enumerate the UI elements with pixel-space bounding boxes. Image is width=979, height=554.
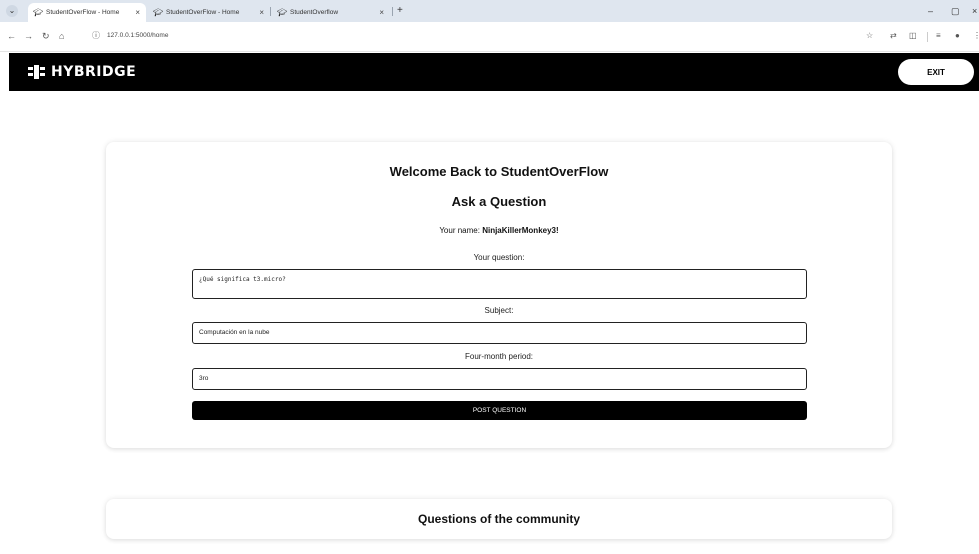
browser-tab-1[interactable]: 🎓︎ StudentOverFlow - Home ×	[28, 3, 146, 22]
forward-arrow-icon[interactable]: →	[24, 29, 33, 43]
bookmark-star-icon[interactable]: ☆	[866, 29, 873, 43]
ask-question-card: Welcome Back to StudentOverFlow Ask a Qu…	[106, 142, 892, 448]
profile-icon[interactable]: ●	[955, 29, 960, 43]
minimize-icon[interactable]: –	[928, 3, 933, 19]
back-arrow-icon[interactable]: ←	[7, 29, 16, 43]
question-label: Your question:	[473, 253, 525, 262]
graduation-cap-icon: 🎓︎	[153, 8, 164, 17]
tab-divider	[392, 7, 393, 16]
tab-title: StudentOverFlow - Home	[166, 9, 240, 16]
period-input[interactable]: 3ro	[192, 368, 807, 390]
tab-divider	[270, 7, 271, 16]
tab-title: StudentOverFlow - Home	[46, 9, 120, 16]
period-label: Four-month period:	[464, 352, 534, 361]
graduation-cap-icon: 🎓︎	[33, 8, 44, 17]
your-name-label: Your name:	[439, 226, 480, 235]
browser-tab-3[interactable]: 🎓︎ StudentOverflow ×	[272, 3, 390, 22]
question-input[interactable]: ¿Qué significa t3.micro?	[192, 269, 807, 299]
your-name-line: Your name: NinjaKillerMonkey3!	[106, 226, 892, 235]
browser-toolbar: ← → ↻ ⌂ ⓘ 127.0.0.1:5000/home ☆ ⇄ ◫ ≡ ● …	[0, 22, 979, 52]
subject-input[interactable]: Computación en la nube	[192, 322, 807, 344]
tab-close-icon[interactable]: ×	[135, 3, 140, 22]
logo-text: HYBRIDGE	[51, 64, 137, 80]
close-window-icon[interactable]: ×	[972, 3, 977, 19]
home-icon[interactable]: ⌂	[59, 29, 64, 43]
new-tab-button[interactable]: +	[397, 3, 403, 19]
browser-tab-bar: ⌄ 🎓︎ StudentOverFlow - Home × 🎓︎ Student…	[0, 0, 979, 22]
your-name-value: NinjaKillerMonkey3!	[482, 226, 559, 235]
community-heading: Questions of the community	[417, 512, 580, 526]
tab-title: StudentOverflow	[290, 9, 339, 16]
address-bar[interactable]: 127.0.0.1:5000/home	[107, 30, 168, 42]
tab-close-icon[interactable]: ×	[379, 3, 384, 22]
ask-question-heading: Ask a Question	[451, 194, 547, 209]
browser-tab-2[interactable]: 🎓︎ StudentOverFlow - Home ×	[148, 3, 270, 22]
post-question-button[interactable]: POST QUESTION	[192, 401, 807, 420]
welcome-heading: Welcome Back to StudentOverFlow	[389, 164, 609, 179]
tab-close-icon[interactable]: ×	[259, 3, 264, 22]
translate-icon[interactable]: ⇄	[890, 29, 897, 43]
community-questions-card: Questions of the community	[106, 499, 892, 539]
reading-list-icon[interactable]: ≡	[936, 29, 941, 43]
brand-logo[interactable]: HYBRIDGE	[28, 63, 136, 81]
extensions-icon[interactable]: ◫	[909, 29, 917, 43]
reload-icon[interactable]: ↻	[42, 29, 50, 43]
tab-search-dropdown[interactable]: ⌄	[6, 5, 18, 17]
exit-button[interactable]: EXIT	[898, 59, 974, 85]
menu-icon[interactable]: ⋮	[973, 29, 979, 43]
toolbar-divider	[927, 32, 928, 42]
hybridge-logo-icon	[28, 65, 45, 79]
site-header: HYBRIDGE EXIT	[9, 53, 979, 91]
subject-label: Subject:	[484, 306, 514, 315]
graduation-cap-icon: 🎓︎	[277, 8, 288, 17]
site-info-icon[interactable]: ⓘ	[92, 30, 100, 42]
maximize-icon[interactable]: ▢	[951, 3, 960, 19]
